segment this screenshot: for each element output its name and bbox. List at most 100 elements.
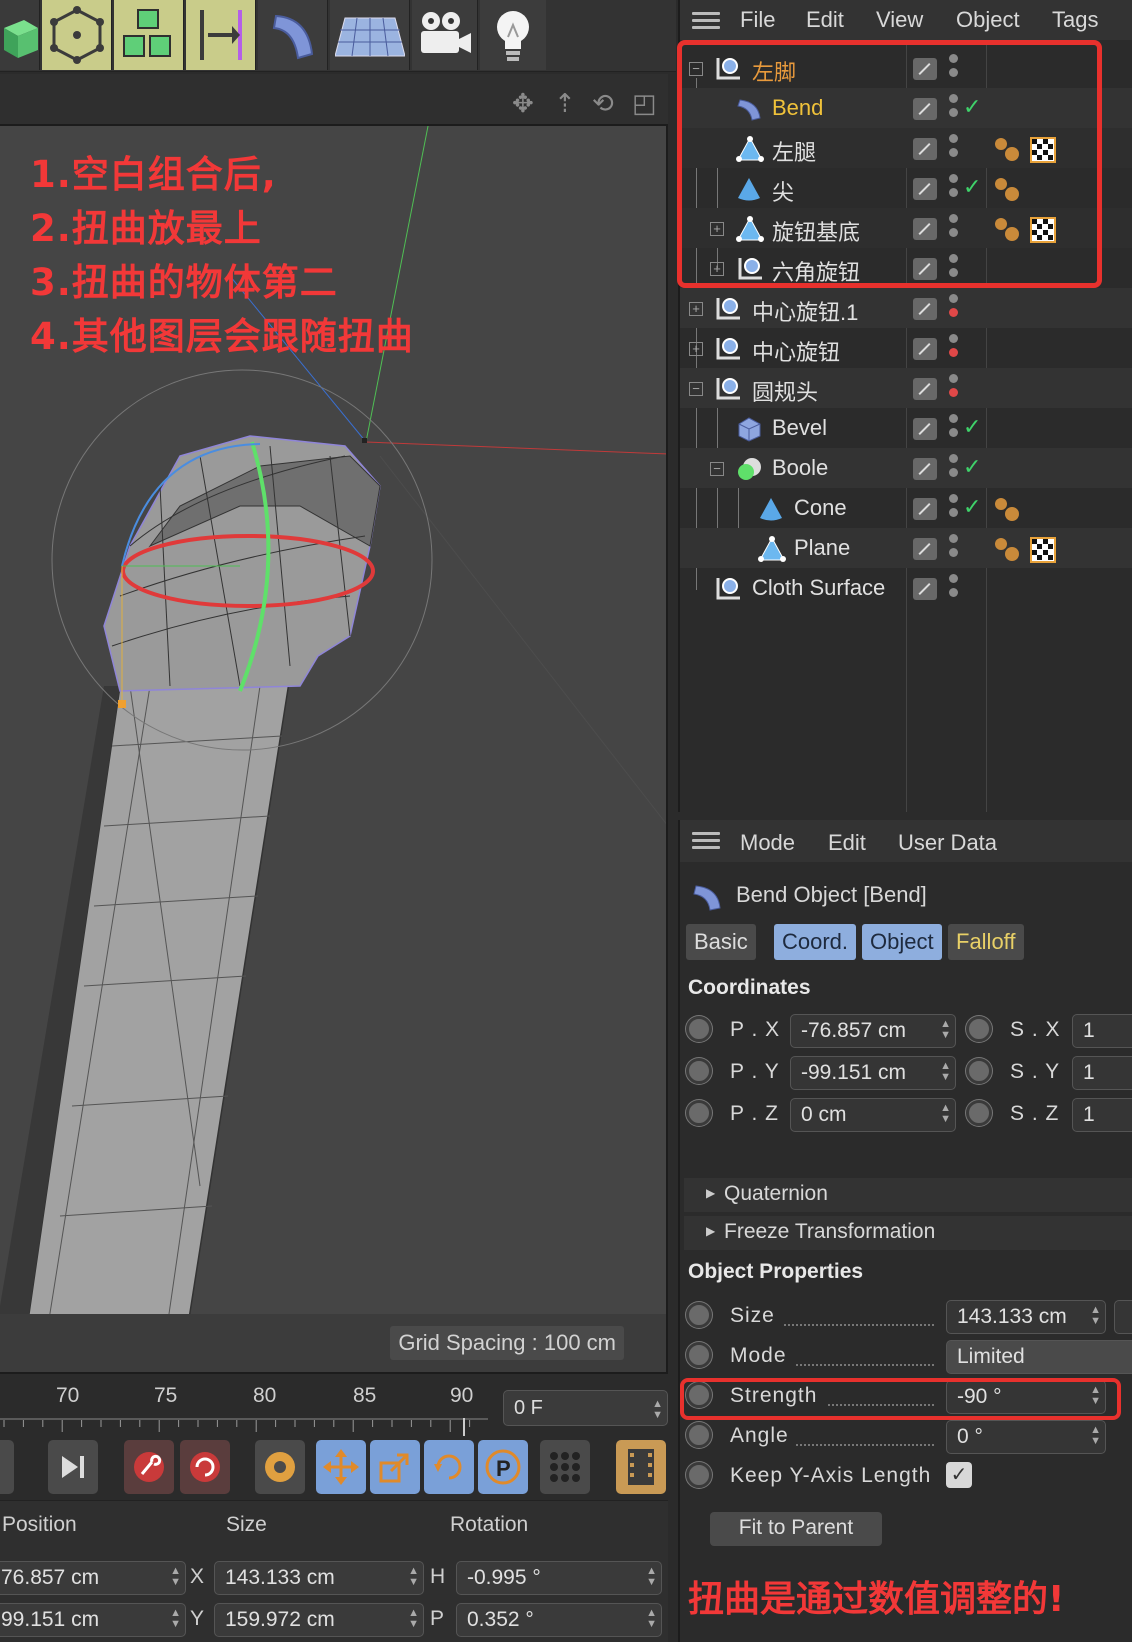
move-view-icon[interactable]: ✥ xyxy=(512,88,534,119)
cloner-icon[interactable] xyxy=(114,0,184,70)
object-row-cloth-surface[interactable]: Cloth Surface xyxy=(680,568,1132,608)
floor-icon[interactable] xyxy=(330,0,410,70)
hamburger-menu-icon[interactable] xyxy=(692,832,720,850)
spinner-icon[interactable]: ▲ ▼ xyxy=(408,1566,419,1588)
tab-falloff[interactable]: Falloff xyxy=(948,924,1024,960)
spinner-icon[interactable]: ▲ ▼ xyxy=(1090,1305,1101,1327)
animate-toggle[interactable] xyxy=(686,1302,712,1328)
current-frame-field[interactable]: 0 F ▲ ▼ xyxy=(503,1390,668,1426)
animate-toggle[interactable] xyxy=(966,1100,992,1126)
symmetry-icon[interactable] xyxy=(186,0,256,70)
spinner-icon[interactable]: ▲ ▼ xyxy=(646,1566,657,1588)
object-row-center-knob-1[interactable]: + 中心旋钮.1 xyxy=(680,288,1132,328)
spinner-icon[interactable]: ▲ ▼ xyxy=(940,1103,951,1125)
enabled-check-icon[interactable]: ✓ xyxy=(963,494,981,520)
object-row-bevel[interactable]: Bevel ✓ xyxy=(680,408,1132,448)
s-y-field[interactable]: 1 xyxy=(1072,1056,1132,1090)
animate-toggle[interactable] xyxy=(686,1100,712,1126)
animate-toggle[interactable] xyxy=(686,1462,712,1488)
collapse-toggle[interactable]: − xyxy=(710,462,724,476)
object-name[interactable]: 圆规头 xyxy=(752,375,818,407)
menu-file[interactable]: File xyxy=(740,7,775,33)
move-key-icon[interactable] xyxy=(316,1440,366,1494)
spinner-icon[interactable]: ▲ ▼ xyxy=(170,1608,181,1630)
object-name[interactable]: Boole xyxy=(772,455,828,481)
expand-toggle[interactable]: + xyxy=(689,302,703,316)
menu-edit[interactable]: Edit xyxy=(828,830,866,856)
param-key-icon[interactable]: P xyxy=(478,1440,528,1494)
cube-icon[interactable] xyxy=(0,0,40,70)
object-row-plane[interactable]: Plane xyxy=(680,528,1132,568)
timeline-ruler[interactable] xyxy=(0,1418,488,1436)
spinner-icon[interactable]: ▲ ▼ xyxy=(652,1399,663,1421)
position-y-field[interactable]: 99.151 cm ▲ ▼ xyxy=(0,1603,186,1637)
bend-deformer-icon[interactable] xyxy=(258,0,328,70)
object-name[interactable]: Bevel xyxy=(772,415,827,441)
phong-tag-icon[interactable] xyxy=(992,534,1022,569)
menu-mode[interactable]: Mode xyxy=(740,830,795,856)
visibility-toggle[interactable] xyxy=(913,418,937,440)
menu-object[interactable]: Object xyxy=(956,7,1020,33)
visibility-toggle[interactable] xyxy=(913,538,937,560)
object-name[interactable]: 中心旋钮.1 xyxy=(752,295,858,327)
angle-field[interactable]: 0 ° ▲ ▼ xyxy=(946,1420,1106,1454)
animate-toggle[interactable] xyxy=(686,1016,712,1042)
fit-to-parent-button[interactable]: Fit to Parent xyxy=(710,1512,882,1546)
record-key-icon[interactable] xyxy=(124,1440,174,1494)
s-x-field[interactable]: 1 xyxy=(1072,1014,1132,1048)
animate-toggle[interactable] xyxy=(966,1016,992,1042)
mode-dropdown[interactable]: Limited xyxy=(946,1340,1132,1374)
object-name[interactable]: Cone xyxy=(794,495,847,521)
p-y-field[interactable]: -99.151 cm ▲ ▼ xyxy=(790,1056,956,1090)
3d-viewport[interactable]: 1.空白组合后, 2.扭曲放最上 3.扭曲的物体第二 4.其他图层会跟随扭曲 G… xyxy=(0,124,668,1374)
expand-toggle[interactable]: + xyxy=(689,342,703,356)
spinner-icon[interactable]: ▲ ▼ xyxy=(940,1061,951,1083)
pla-key-icon[interactable] xyxy=(540,1440,590,1494)
tab-basic[interactable]: Basic xyxy=(686,924,756,960)
spinner-icon[interactable]: ▲ ▼ xyxy=(940,1019,951,1041)
object-row-cone[interactable]: Cone ✓ xyxy=(680,488,1132,528)
editor-render-dots[interactable] xyxy=(949,414,959,444)
rotation-p-field[interactable]: 0.352 ° ▲ ▼ xyxy=(456,1603,662,1637)
menu-tags[interactable]: Tags xyxy=(1052,7,1098,33)
spinner-icon[interactable]: ▲ ▼ xyxy=(170,1566,181,1588)
object-row-compass-head[interactable]: − 圆规头 xyxy=(680,368,1132,408)
spinner-icon[interactable]: ▲ ▼ xyxy=(1090,1425,1101,1447)
p-x-field[interactable]: -76.857 cm ▲ ▼ xyxy=(790,1014,956,1048)
animate-toggle[interactable] xyxy=(686,1058,712,1084)
visibility-toggle[interactable] xyxy=(913,458,937,480)
object-row-boole[interactable]: − Boole ✓ xyxy=(680,448,1132,488)
size-y-field[interactable]: 159.972 cm ▲ ▼ xyxy=(214,1603,424,1637)
quaternion-group[interactable]: Quaternion xyxy=(684,1178,1132,1212)
play-icon[interactable] xyxy=(0,1440,14,1494)
editor-render-dots[interactable] xyxy=(949,574,959,604)
position-x-field[interactable]: 76.857 cm ▲ ▼ xyxy=(0,1561,186,1595)
object-name[interactable]: Plane xyxy=(794,535,850,561)
visibility-toggle[interactable] xyxy=(913,298,937,320)
rotate-key-icon[interactable] xyxy=(424,1440,474,1494)
visibility-toggle[interactable] xyxy=(913,498,937,520)
phong-tag-icon[interactable] xyxy=(992,494,1022,529)
visibility-toggle[interactable] xyxy=(913,378,937,400)
timeline-window-icon[interactable] xyxy=(616,1440,666,1494)
editor-render-dots[interactable] xyxy=(949,334,959,364)
object-name[interactable]: Cloth Surface xyxy=(752,575,885,601)
animate-toggle[interactable] xyxy=(686,1342,712,1368)
editor-render-dots[interactable] xyxy=(949,454,959,484)
go-to-end-icon[interactable] xyxy=(48,1440,98,1494)
spinner-icon[interactable]: ▲ ▼ xyxy=(408,1608,419,1630)
maximize-view-icon[interactable]: ◰ xyxy=(632,88,657,119)
keep-y-axis-checkbox[interactable]: ✓ xyxy=(946,1462,972,1488)
object-name[interactable]: 中心旋钮 xyxy=(752,335,840,367)
visibility-toggle[interactable] xyxy=(913,338,937,360)
editor-render-dots[interactable] xyxy=(949,294,959,324)
enabled-check-icon[interactable]: ✓ xyxy=(963,454,981,480)
editor-render-dots[interactable] xyxy=(949,494,959,524)
collapse-toggle[interactable]: − xyxy=(689,382,703,396)
freeze-transformation-group[interactable]: Freeze Transformation xyxy=(684,1216,1132,1250)
size-extra-field[interactable] xyxy=(1114,1300,1132,1334)
size-x-field[interactable]: 143.133 cm ▲ ▼ xyxy=(214,1561,424,1595)
scale-key-icon[interactable] xyxy=(370,1440,420,1494)
autokey-icon[interactable] xyxy=(180,1440,230,1494)
tab-coord[interactable]: Coord. xyxy=(774,924,857,960)
